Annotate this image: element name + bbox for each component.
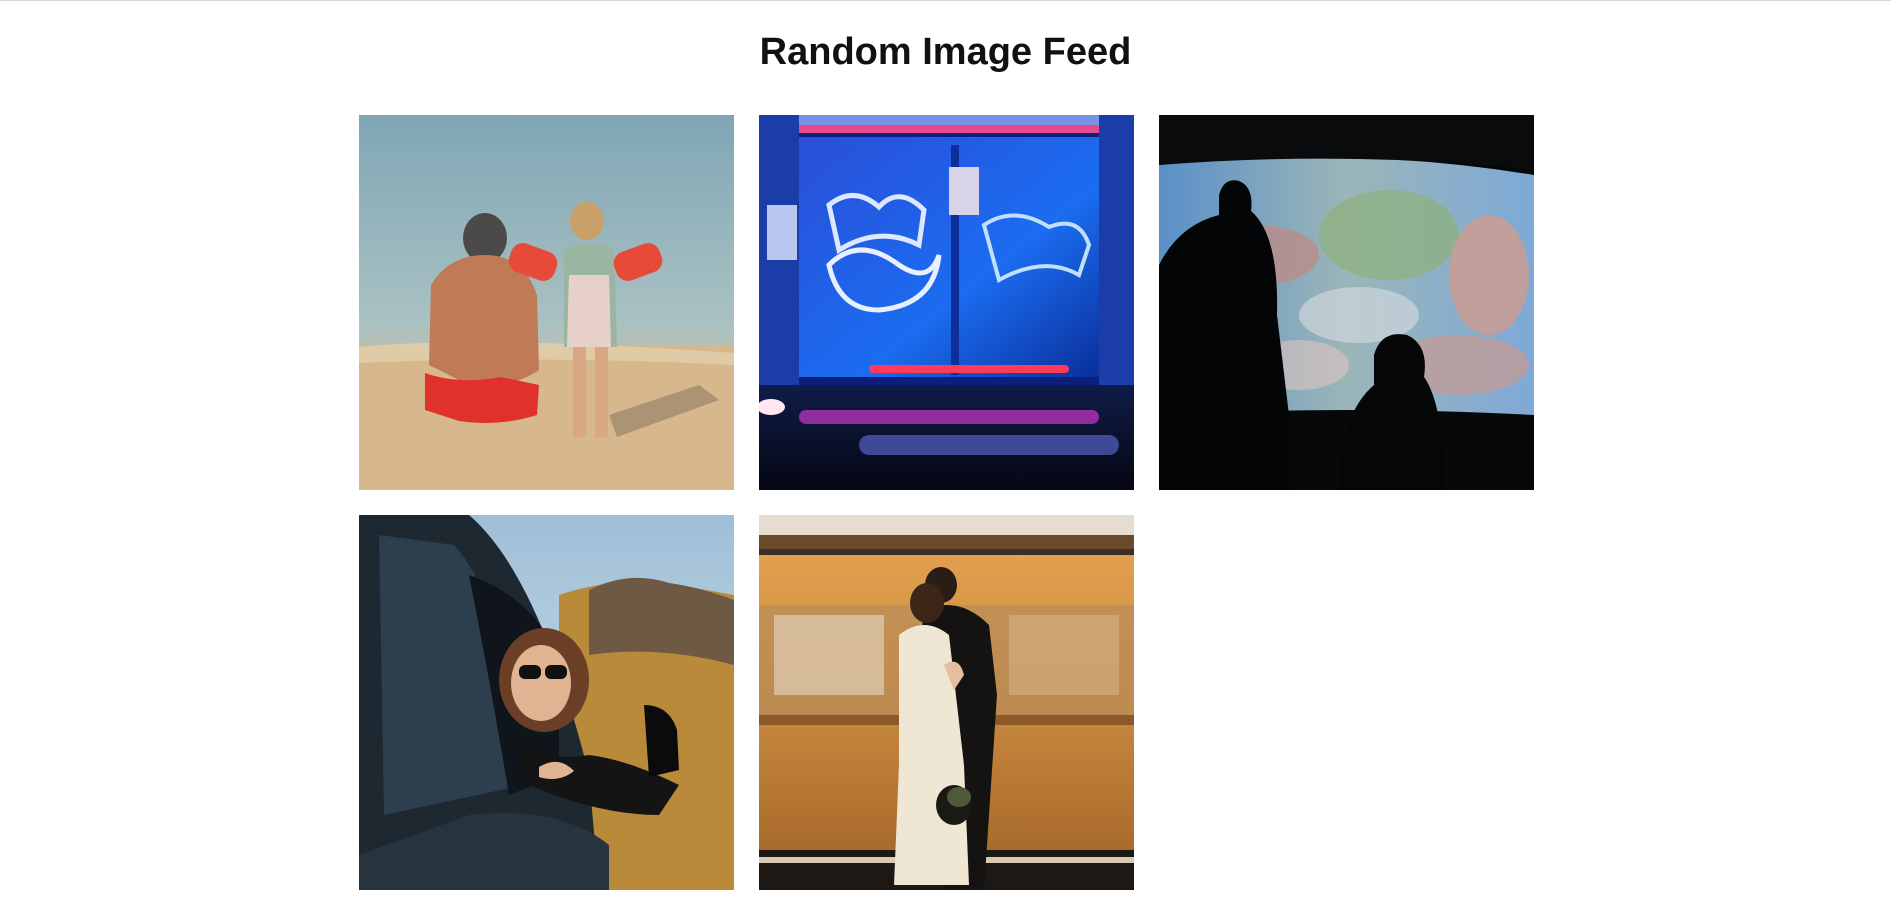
aquarium-photo	[1159, 115, 1534, 490]
subway-couple-photo	[759, 515, 1134, 890]
feed-image-subway-couple[interactable]	[759, 515, 1134, 890]
feed-image-car-window[interactable]	[359, 515, 734, 890]
feed-image-beach[interactable]	[359, 115, 734, 490]
image-feed-grid	[359, 115, 1535, 890]
beach-photo	[359, 115, 734, 490]
top-divider	[0, 0, 1891, 1]
feed-image-graffiti[interactable]	[759, 115, 1134, 490]
graffiti-photo	[759, 115, 1134, 490]
car-window-photo	[359, 515, 734, 890]
page-title: Random Image Feed	[759, 31, 1132, 73]
feed-image-aquarium[interactable]	[1159, 115, 1534, 490]
